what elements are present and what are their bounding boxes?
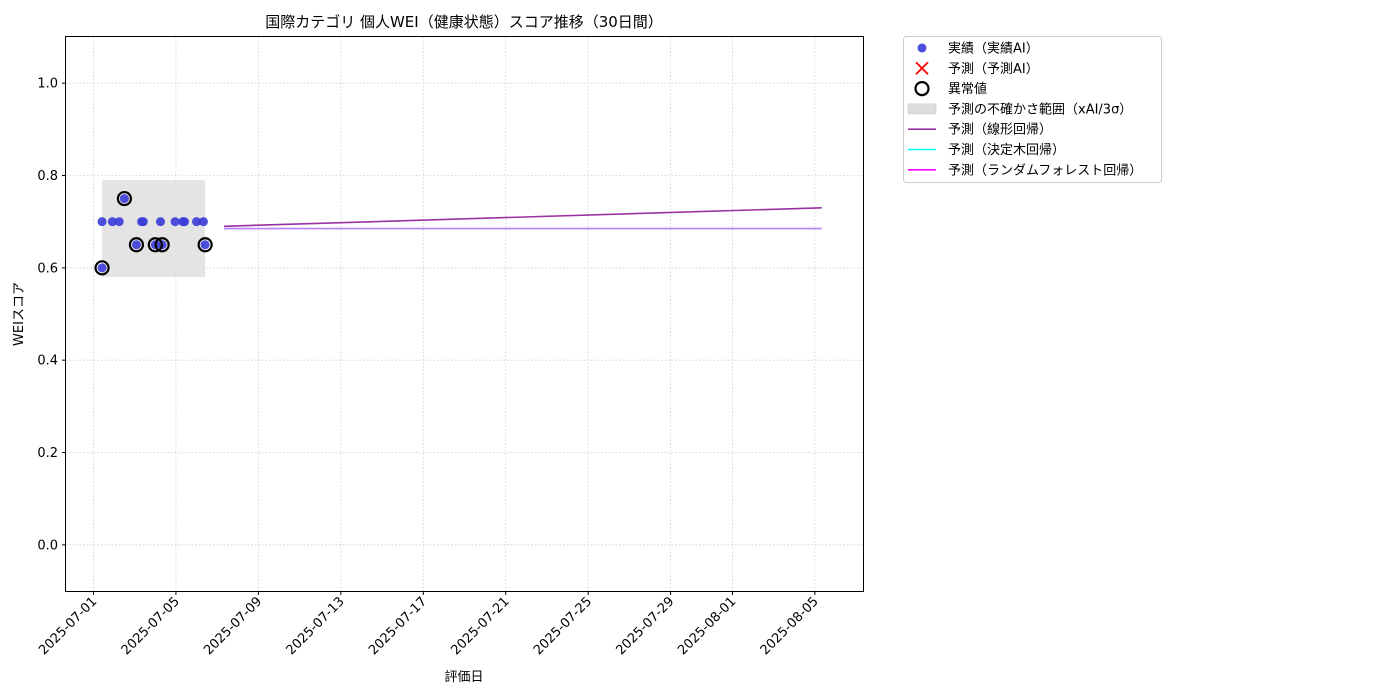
plot-frame	[65, 36, 864, 592]
actual-point	[114, 217, 124, 227]
y-tick-label: 1.0	[37, 77, 58, 92]
y-axis: 0.0 0.2 0.4 0.6 0.8 1.0	[37, 77, 66, 553]
prediction-lines	[224, 207, 822, 230]
actual-point	[131, 240, 141, 250]
actual-point	[119, 194, 129, 204]
legend-swatch-uncertainty	[907, 103, 937, 115]
legend-label: 予測（決定木回帰）	[948, 142, 1065, 158]
actual-point	[170, 217, 180, 227]
actual-point	[138, 217, 148, 227]
legend-swatch-actual	[917, 43, 927, 53]
x-tick-label: 2025-07-17	[366, 594, 430, 658]
actual-point	[155, 217, 165, 227]
y-tick-label: 0.6	[37, 261, 58, 276]
x-axis-label: 評価日	[444, 670, 483, 685]
uncertainty-band-group	[102, 180, 206, 278]
uncertainty-band	[102, 180, 206, 278]
legend: 実績（実績AI） 予測（予測AI） 異常値予測の不確かさ範囲（xAI/3σ） 予測（線…	[903, 36, 1162, 183]
y-axis-label: WEIスコア	[12, 282, 27, 346]
legend-label: 予測（予測AI）	[948, 62, 1039, 77]
x-tick-label: 2025-07-25	[531, 594, 595, 658]
y-tick-label: 0.0	[37, 538, 58, 553]
actual-point	[198, 217, 208, 227]
x-tick-label: 2025-07-29	[613, 594, 677, 658]
x-tick-label: 2025-07-05	[119, 594, 183, 658]
y-tick-label: 0.4	[37, 354, 58, 369]
x-axis: 2025-07-01 2025-07-05 2025-07-09 2025-07-13…	[36, 591, 822, 658]
actual-point	[200, 240, 210, 250]
actual-point	[97, 263, 107, 273]
x-tick-label: 2025-07-13	[284, 594, 348, 658]
y-tick-label: 0.2	[37, 446, 58, 461]
actual-point	[180, 217, 190, 227]
y-tick-label: 0.8	[37, 169, 58, 184]
x-tick-label: 2025-08-01	[675, 594, 739, 658]
legend-label: 異常値	[948, 81, 987, 97]
x-tick-label: 2025-08-05	[758, 594, 822, 658]
x-tick-label: 2025-07-01	[36, 594, 100, 658]
chart-title: 国際カテゴリ 個人WEI（健康状態）スコア推移（30日間）	[265, 13, 663, 31]
legend-label: 予測（線形回帰）	[948, 122, 1052, 138]
legend-label: 予測（ランダムフォレスト回帰）	[948, 162, 1142, 178]
legend-label: 予測の不確かさ範囲（xAI/3σ）	[948, 101, 1132, 117]
grid	[66, 37, 863, 591]
x-tick-label: 2025-07-09	[201, 594, 265, 658]
legend-label: 実績（実績AI）	[948, 41, 1039, 57]
chart: 国際カテゴリ 個人WEI（健康状態）スコア推移（30日間） 0.00.20.40…	[12, 13, 1162, 685]
actual-point	[97, 217, 107, 227]
x-tick-label: 2025-07-21	[449, 594, 513, 658]
